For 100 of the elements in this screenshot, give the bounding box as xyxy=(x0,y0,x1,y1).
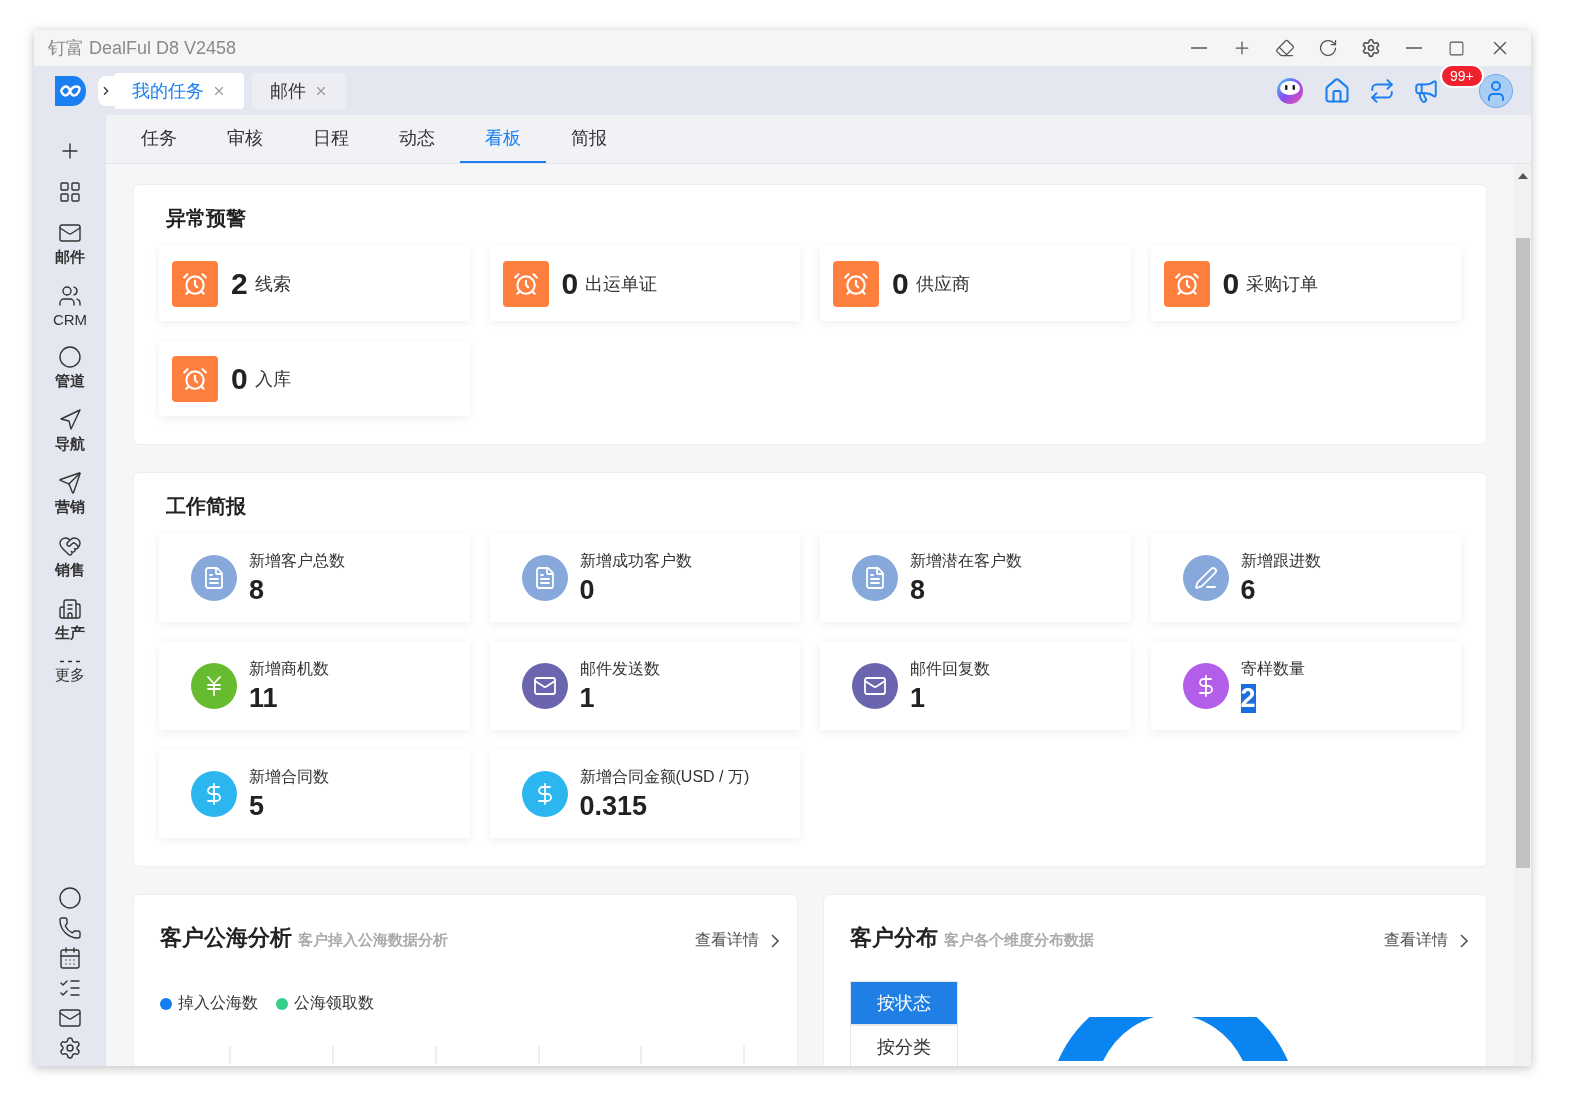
mail-icon xyxy=(532,674,557,698)
maximize-icon xyxy=(1448,39,1465,57)
alert-count: 2 xyxy=(231,266,248,301)
mode-tab[interactable]: 按分类 xyxy=(849,1025,958,1066)
navigation-icon xyxy=(58,408,82,432)
alert-label: 出运单证 xyxy=(585,272,658,296)
assistant-icon[interactable] xyxy=(1275,75,1305,106)
details-link[interactable]: 查看详情 xyxy=(694,930,779,951)
tab[interactable]: 日程 xyxy=(288,115,374,163)
tab[interactable]: 动态 xyxy=(374,115,460,163)
alert-label: 供应商 xyxy=(915,272,970,296)
settings-icon xyxy=(1360,38,1381,58)
card-title: 客户公海分析 xyxy=(160,924,292,952)
stat-value: 2 xyxy=(1240,683,1256,714)
home-icon[interactable] xyxy=(1323,76,1351,105)
sidebar-item[interactable]: 邮件 xyxy=(55,221,85,267)
legend-item: 掉入公海数 xyxy=(160,993,258,1014)
stat-value: 11 xyxy=(249,683,278,714)
more-icon xyxy=(60,660,80,663)
tab[interactable]: 看板 xyxy=(460,115,546,163)
sidebar-item[interactable]: 销售 xyxy=(55,534,85,580)
megaphone-icon[interactable] xyxy=(1413,77,1439,104)
refresh-icon xyxy=(1317,38,1338,58)
avatar[interactable] xyxy=(1479,73,1513,108)
stat-tile[interactable]: 寄样数量 2 xyxy=(1150,642,1461,730)
expand-button[interactable] xyxy=(98,75,114,106)
window-title: 钉富 DealFul D8 V2458 xyxy=(48,37,238,60)
calendar-icon[interactable] xyxy=(58,946,82,970)
page-tab[interactable]: 邮件 xyxy=(252,72,346,109)
stat-tile[interactable]: 新增合同金额(USD / 万) 0.315 xyxy=(489,750,800,838)
stat-value: 8 xyxy=(910,575,926,606)
alarm-icon xyxy=(172,260,218,307)
sidebar-item[interactable]: 生产 xyxy=(55,597,85,643)
document-icon xyxy=(202,566,226,590)
tab[interactable]: 任务 xyxy=(116,115,202,163)
sidebar-item[interactable]: 营销 xyxy=(55,471,85,517)
stat-tile[interactable]: 新增跟进数 6 xyxy=(1150,534,1461,622)
card-subtitle: 客户掉入公海数据分析 xyxy=(298,931,448,950)
mail-icon xyxy=(863,674,887,698)
tab[interactable]: 审核 xyxy=(202,115,288,163)
stat-label: 新增客户总数 xyxy=(249,550,345,571)
stat-tile[interactable]: 新增合同数 5 xyxy=(159,750,470,838)
alert-tile[interactable]: 0 供应商 xyxy=(820,246,1131,321)
stat-label: 新增合同金额(USD / 万) xyxy=(579,766,750,787)
stat-tile[interactable]: 新增成功客户数 0 xyxy=(489,534,800,622)
sidebar-item[interactable]: 导航 xyxy=(55,408,85,454)
alert-tile[interactable]: 0 出运单证 xyxy=(489,246,800,321)
stat-tile[interactable]: 新增客户总数 8 xyxy=(159,534,470,622)
stat-label: 邮件回复数 xyxy=(910,658,990,679)
chevron-icon xyxy=(770,933,779,948)
scroll-up-icon[interactable] xyxy=(1517,172,1528,180)
sidebar-item[interactable]: CRM xyxy=(52,284,88,328)
stat-value: 0.315 xyxy=(579,791,648,822)
stat-label: 邮件发送数 xyxy=(579,658,660,679)
grid-icon[interactable] xyxy=(58,180,82,204)
stat-value: 6 xyxy=(1240,575,1256,606)
card-title: 客户分布 xyxy=(849,924,938,952)
alarm-icon xyxy=(172,355,218,402)
card-title: 异常预警 xyxy=(166,206,247,231)
mail-icon xyxy=(58,221,82,245)
card-subtitle: 客户各个维度分布数据 xyxy=(943,931,1094,950)
alert-label: 采购订单 xyxy=(1246,272,1319,296)
sync-icon[interactable] xyxy=(1369,77,1395,104)
stat-value: 8 xyxy=(249,575,265,606)
ring-icon xyxy=(58,886,82,910)
stat-label: 新增跟进数 xyxy=(1240,550,1321,571)
paper-plane-icon xyxy=(58,471,82,495)
settings-icon[interactable] xyxy=(58,1036,82,1060)
card-title: 工作简报 xyxy=(166,494,247,519)
stat-tile[interactable]: 邮件发送数 1 xyxy=(489,642,800,730)
pen-icon xyxy=(1193,566,1218,590)
stat-tile[interactable]: 新增潜在客户数 8 xyxy=(820,534,1131,622)
tab[interactable]: 简报 xyxy=(546,115,632,163)
document-icon xyxy=(863,566,887,590)
phone-icon[interactable] xyxy=(58,916,82,940)
stat-tile[interactable]: 邮件回复数 1 xyxy=(820,642,1131,730)
page-tab[interactable]: 我的任务 xyxy=(114,72,244,109)
minus-icon xyxy=(1190,47,1207,49)
stat-label: 新增潜在客户数 xyxy=(910,550,1022,571)
alarm-icon xyxy=(1163,260,1210,307)
stat-value: 1 xyxy=(910,683,926,714)
alert-count: 0 xyxy=(561,266,579,301)
stat-label: 寄样数量 xyxy=(1240,658,1305,679)
users-icon xyxy=(58,284,82,308)
stat-tile[interactable]: 新增商机数 11 xyxy=(159,642,470,730)
chevron-icon xyxy=(1460,933,1468,948)
sidebar-item[interactable]: 管道 xyxy=(55,345,85,391)
alert-tile[interactable]: 2 线索 xyxy=(159,246,470,321)
details-link[interactable]: 查看详情 xyxy=(1384,930,1468,951)
alarm-icon xyxy=(833,260,879,307)
alert-tile[interactable]: 0 入库 xyxy=(159,341,470,416)
stat-label: 新增商机数 xyxy=(249,658,329,679)
stat-value: 5 xyxy=(249,791,265,822)
sidebar-item[interactable]: 更多 xyxy=(55,660,85,685)
stat-label: 新增成功客户数 xyxy=(579,550,692,571)
minimize-icon xyxy=(1405,47,1422,49)
alert-tile[interactable]: 0 采购订单 xyxy=(1150,246,1461,321)
scrollbar-thumb[interactable] xyxy=(1515,238,1530,868)
mode-tab[interactable]: 按状态 xyxy=(849,981,958,1025)
eraser-icon xyxy=(1274,38,1295,58)
